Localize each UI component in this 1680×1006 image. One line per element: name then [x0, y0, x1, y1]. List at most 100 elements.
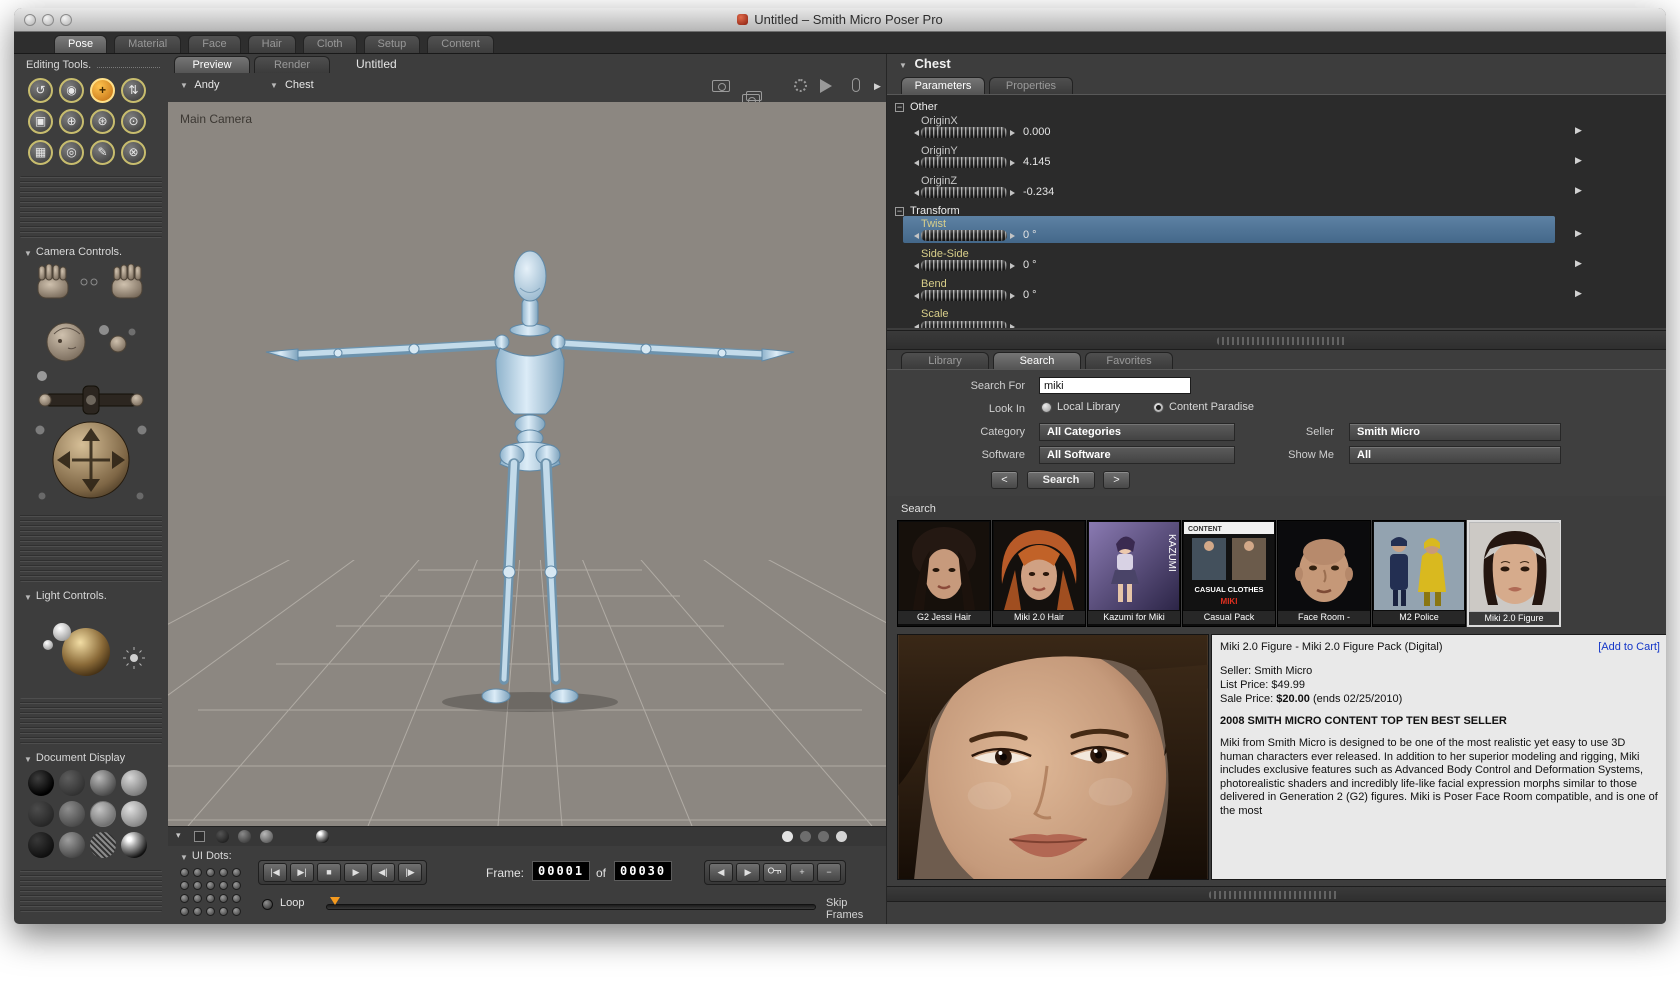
direct-edit-tool-icon[interactable]: ✎	[90, 140, 115, 165]
tab-hair[interactable]: Hair	[247, 35, 296, 53]
morph-tool-icon[interactable]: ▣	[28, 109, 53, 134]
ui-dot[interactable]	[193, 881, 202, 890]
ui-dot[interactable]	[180, 894, 189, 903]
edit-keyframes-button[interactable]	[763, 863, 787, 882]
param-dial-scale[interactable]	[914, 321, 1015, 328]
param-menu-icon[interactable]: ▶	[1575, 125, 1582, 136]
param-dial-sideside[interactable]	[914, 260, 1015, 271]
skip-frames-label[interactable]: Skip Frames	[826, 897, 886, 921]
ui-dot[interactable]	[180, 881, 189, 890]
chain-break-tool-icon[interactable]: ⊕	[59, 109, 84, 134]
camera-controls[interactable]	[24, 264, 158, 502]
total-frames-counter[interactable]: 00030	[614, 861, 673, 881]
nav-dot-icon[interactable]	[836, 831, 847, 842]
param-dial-originx[interactable]	[914, 127, 1015, 138]
strip-square-icon[interactable]	[194, 831, 205, 842]
disclosure-icon[interactable]: ▼	[24, 755, 32, 764]
scale-tool-icon[interactable]: ⊗	[121, 140, 146, 165]
twist-tool-icon[interactable]: ◉	[59, 78, 84, 103]
camera-view-icon[interactable]	[712, 80, 730, 92]
param-dial-bend[interactable]	[914, 290, 1015, 301]
ui-dot[interactable]	[193, 894, 202, 903]
camera-name-label[interactable]: Main Camera	[180, 112, 252, 126]
prev-key-button[interactable]: ◀	[709, 863, 733, 882]
timeline-slider[interactable]	[326, 904, 816, 910]
tab-material[interactable]: Material	[114, 35, 182, 53]
play-button[interactable]: ▶	[344, 863, 368, 882]
tab-search[interactable]: Search	[993, 352, 1081, 369]
figure-3d-view[interactable]	[168, 102, 886, 826]
display-style-hidden-line[interactable]	[121, 770, 147, 796]
tab-cloth[interactable]: Cloth	[302, 35, 357, 53]
title-bar[interactable]: Untitled – Smith Micro Poser Pro	[14, 8, 1666, 32]
delete-keyframe-button[interactable]: −	[817, 863, 841, 882]
strip-style-icon[interactable]	[316, 830, 329, 843]
light-controls[interactable]	[28, 608, 154, 688]
param-dial-twist[interactable]	[914, 230, 1015, 241]
last-frame-button[interactable]: ▶|	[290, 863, 314, 882]
display-style-texture-shaded[interactable]	[121, 832, 147, 858]
param-menu-icon[interactable]: ▶	[1575, 228, 1582, 239]
strip-style-icon[interactable]	[216, 830, 229, 843]
tracking-icon[interactable]	[820, 79, 832, 93]
param-value[interactable]: 0.000	[1023, 126, 1051, 138]
local-library-radio[interactable]	[1041, 402, 1052, 413]
scrollbar-grip[interactable]	[1209, 891, 1339, 899]
first-frame-button[interactable]: |◀	[263, 863, 287, 882]
display-style-wireframe[interactable]	[90, 770, 116, 796]
param-dial-originy[interactable]	[914, 157, 1015, 168]
strip-style-icon[interactable]	[260, 830, 273, 843]
prev-results-button[interactable]: <	[991, 471, 1018, 489]
splitter-grip[interactable]	[1217, 337, 1347, 345]
tab-favorites[interactable]: Favorites	[1085, 352, 1173, 369]
depth-cue-icon[interactable]	[794, 79, 807, 92]
strip-menu-icon[interactable]: ▾	[176, 830, 181, 841]
ui-dot[interactable]	[206, 881, 215, 890]
translate-tool-icon[interactable]: +	[90, 78, 115, 103]
loop-toggle[interactable]	[262, 899, 273, 910]
ui-dot[interactable]	[219, 868, 228, 877]
shadow-toggle-icon[interactable]	[852, 78, 860, 92]
disclosure-icon[interactable]: ▼	[24, 593, 32, 602]
ui-dot[interactable]	[232, 894, 241, 903]
tab-render[interactable]: Render	[254, 56, 330, 73]
local-library-radio-label[interactable]: Local Library	[1057, 401, 1120, 413]
display-style-outline[interactable]	[59, 770, 85, 796]
param-value[interactable]: 0 °	[1023, 259, 1037, 271]
grid-tool-icon[interactable]: ▦	[28, 140, 53, 165]
stop-button[interactable]: ■	[317, 863, 341, 882]
selected-actor-header[interactable]: ▼ Chest	[899, 56, 951, 71]
prev-frame-button[interactable]: ◀|	[371, 863, 395, 882]
result-thumbnail[interactable]: G2 Jessi Hair	[897, 520, 991, 627]
param-value[interactable]: 0 °	[1023, 229, 1037, 241]
disclosure-icon[interactable]: ▼	[180, 853, 188, 862]
add-keyframe-button[interactable]: +	[790, 863, 814, 882]
param-dial-originz[interactable]	[914, 187, 1015, 198]
result-thumbnail-selected[interactable]: Miki 2.0 Figure	[1467, 520, 1561, 627]
panel-expand-icon[interactable]: ▶	[874, 81, 881, 92]
viewport-3d[interactable]: Main Camera	[168, 102, 886, 826]
param-value[interactable]: 4.145	[1023, 156, 1051, 168]
ui-dot[interactable]	[193, 907, 202, 916]
tab-setup[interactable]: Setup	[363, 35, 421, 53]
tab-library[interactable]: Library	[901, 352, 989, 369]
software-dropdown[interactable]: All Software	[1039, 446, 1235, 464]
nav-dot-icon[interactable]	[800, 831, 811, 842]
tab-content[interactable]: Content	[427, 35, 494, 53]
panel-splitter[interactable]	[887, 330, 1666, 350]
current-frame-counter[interactable]: 00001	[532, 861, 591, 881]
display-style-silhouette[interactable]	[28, 770, 54, 796]
translate-z-tool-icon[interactable]: ⇅	[121, 78, 146, 103]
tab-pose[interactable]: Pose	[54, 35, 108, 53]
ui-dot[interactable]	[206, 907, 215, 916]
collapse-group-icon[interactable]: −	[895, 206, 904, 216]
ui-dot[interactable]	[180, 907, 189, 916]
ui-dot[interactable]	[180, 868, 189, 877]
timeline-slider-handle[interactable]	[330, 897, 340, 905]
add-to-cart-link[interactable]: [Add to Cart]	[1598, 641, 1660, 653]
result-thumbnail[interactable]: KAZUMI Kazumi for Miki	[1087, 520, 1181, 627]
display-style-flat-shaded[interactable]	[59, 801, 85, 827]
search-input[interactable]	[1039, 377, 1191, 394]
actor-selector[interactable]: ▼ Chest	[270, 79, 314, 91]
display-style-lit-wireframe[interactable]	[28, 801, 54, 827]
